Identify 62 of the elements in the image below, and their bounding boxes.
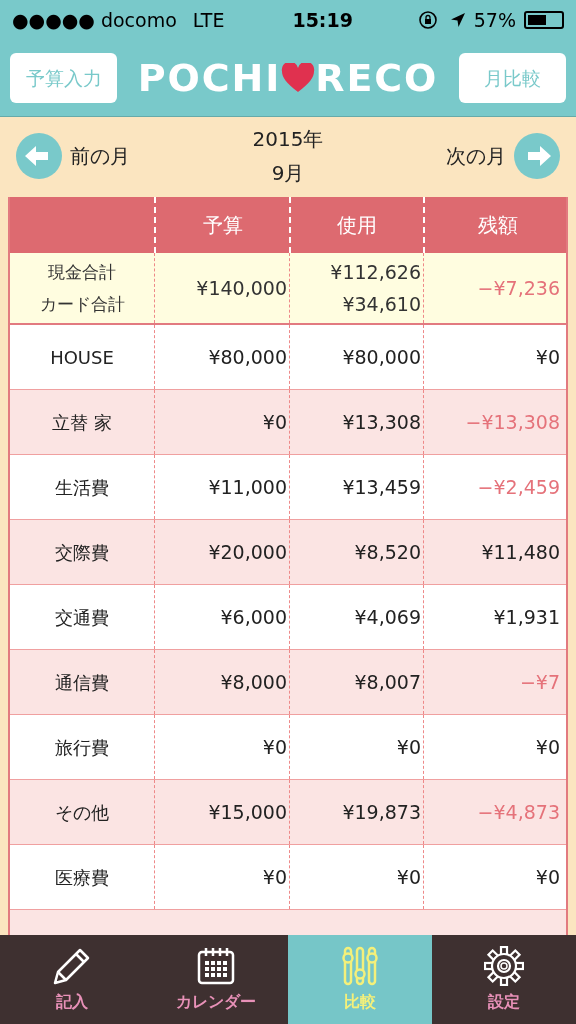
logo-text: RECO: [315, 54, 439, 102]
table-cell-text: ¥4,069: [354, 604, 421, 630]
table-cell-text: ¥6,000: [220, 604, 287, 630]
previous-month-link[interactable]: 前の月: [70, 141, 130, 171]
clock: 15:19: [292, 7, 353, 33]
table-cell-text: ¥1,931: [493, 604, 560, 630]
tab[interactable]: 設定: [432, 935, 576, 1024]
row-label: 交際費: [55, 540, 109, 565]
row-label: カード合計: [39, 293, 125, 316]
table-cell-text: ¥19,873: [342, 799, 421, 825]
table-cell: ¥140,000: [154, 253, 289, 323]
logo-text: POCHI: [137, 54, 282, 102]
calendar-icon: [196, 945, 236, 986]
table-cell-text: ¥8,520: [354, 539, 421, 565]
table-cell-text: ¥20,000: [208, 539, 287, 565]
year-label: 2015年: [252, 126, 324, 153]
table-cell-text: ¥15,000: [208, 799, 287, 825]
location-arrow-icon: [449, 12, 466, 28]
table-cell-text: ¥11,480: [481, 539, 560, 565]
table-cell-text: ¥0: [535, 734, 560, 760]
table-cell-text: ¥0: [535, 864, 560, 890]
battery-icon: [524, 11, 564, 29]
row-label: 現金合計: [48, 261, 116, 284]
table-cell-text: ¥0: [262, 409, 287, 435]
tab[interactable]: 記入: [0, 935, 144, 1024]
settings-icon: [484, 945, 524, 986]
table-cell-text: ¥13,459: [342, 474, 421, 500]
table-cell-text: ¥13,308: [342, 409, 421, 435]
table-cell-text: −¥13,308: [465, 409, 560, 435]
month-label: 9月: [271, 160, 305, 187]
battery-percent: 57%: [473, 7, 516, 33]
table-cell-text: ¥0: [396, 864, 421, 890]
table-cell-text: −¥7,236: [477, 275, 560, 301]
next-month-link[interactable]: 次の月: [446, 141, 506, 171]
table-cell-text: ¥0: [262, 734, 287, 760]
table-cell-text: ¥34,610: [342, 292, 421, 317]
row-label: 旅行費: [55, 735, 109, 760]
table-cell-text: −¥7: [519, 669, 560, 695]
row-label: 医療費: [55, 865, 109, 890]
row-label: HOUSE: [50, 345, 114, 370]
table-cell-text: ¥11,000: [208, 474, 287, 500]
table-cell-text: ¥0: [396, 734, 421, 760]
carrier: ●●●●● docomo: [12, 7, 177, 33]
table-cell-text: −¥4,873: [477, 799, 560, 825]
row-label: 立替 家: [52, 410, 112, 435]
heart-icon: [281, 63, 316, 93]
row-label: 生活費: [55, 475, 109, 500]
table-cell-text: ¥80,000: [342, 344, 421, 370]
table-cell-text: −¥2,459: [477, 474, 560, 500]
rotation-lock-icon: [417, 10, 438, 30]
table-cell-text: ¥8,007: [354, 669, 421, 695]
network-type: LTE: [192, 7, 225, 33]
row-label: その他: [55, 800, 109, 825]
table-cell-text: ¥8,000: [220, 669, 287, 695]
table-cell-text: ¥0: [262, 864, 287, 890]
table-cell-text: ¥80,000: [208, 344, 287, 370]
row-label: 交通費: [55, 605, 109, 630]
tab[interactable]: カレンダー: [144, 935, 288, 1024]
table-cell-text: ¥0: [535, 344, 560, 370]
table-cell-text: ¥112,626: [330, 260, 421, 285]
row-label: 通信費: [55, 670, 109, 695]
sliders-icon: [340, 945, 380, 986]
